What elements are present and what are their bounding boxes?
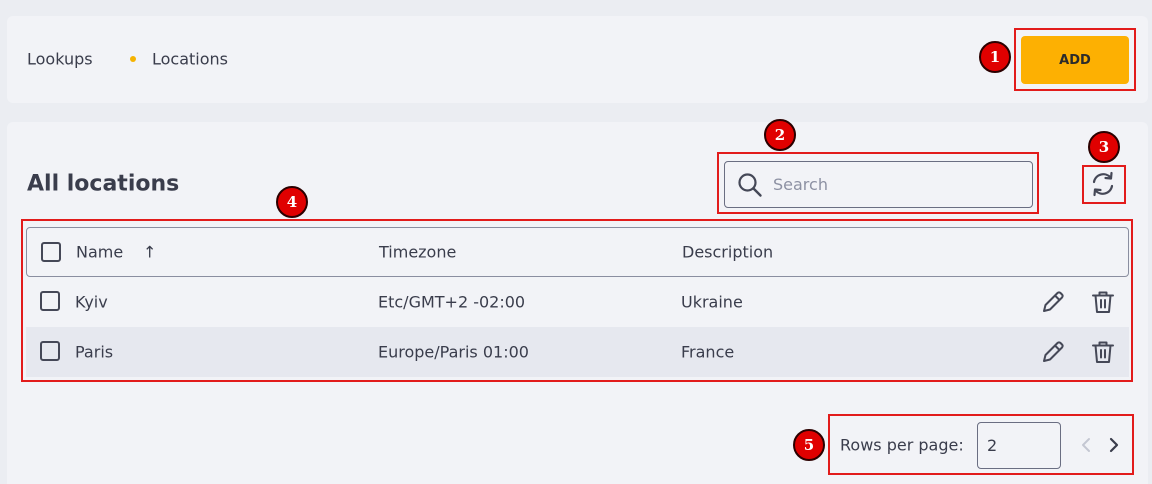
- cell-timezone: Etc/GMT+2 -02:00: [378, 292, 526, 312]
- edit-icon[interactable]: [1040, 339, 1066, 365]
- cell-description: France: [681, 342, 735, 362]
- annotation-badge: 5: [793, 429, 825, 461]
- breadcrumb-lookups[interactable]: Lookups: [27, 50, 93, 69]
- locations-table: Name ↑ Timezone Description Kyiv Etc/GMT…: [26, 227, 1129, 377]
- chevron-right-icon[interactable]: [1104, 435, 1124, 455]
- cell-timezone: Europe/Paris 01:00: [378, 342, 529, 362]
- search-input[interactable]: [773, 170, 1023, 199]
- rows-per-page-label: Rows per page:: [840, 435, 964, 455]
- refresh-icon[interactable]: [1089, 170, 1117, 198]
- table-header: Name ↑ Timezone Description: [26, 227, 1129, 277]
- add-button[interactable]: ADD: [1021, 36, 1129, 84]
- cell-name: Kyiv: [75, 292, 108, 312]
- cell-name: Paris: [75, 342, 114, 362]
- table-row[interactable]: Paris Europe/Paris 01:00 France: [26, 327, 1129, 377]
- rows-per-page-input[interactable]: [977, 422, 1061, 469]
- annotation-badge: 1: [979, 41, 1011, 73]
- annotation-badge: 2: [764, 119, 796, 151]
- column-header-timezone[interactable]: Timezone: [379, 243, 456, 262]
- column-header-description[interactable]: Description: [682, 243, 773, 262]
- delete-icon[interactable]: [1090, 289, 1116, 315]
- breadcrumb-separator: [130, 56, 136, 62]
- sort-ascending-icon[interactable]: ↑: [143, 243, 156, 262]
- table-row[interactable]: Kyiv Etc/GMT+2 -02:00 Ukraine: [26, 277, 1129, 327]
- annotation-badge: 3: [1088, 131, 1120, 163]
- row-checkbox[interactable]: [40, 291, 60, 311]
- breadcrumb-locations: Locations: [152, 49, 229, 69]
- column-header-name[interactable]: Name: [76, 243, 123, 262]
- edit-icon[interactable]: [1040, 289, 1066, 315]
- delete-icon[interactable]: [1090, 339, 1116, 365]
- chevron-left-icon[interactable]: [1076, 435, 1096, 455]
- search-box[interactable]: [724, 161, 1033, 208]
- annotation-badge: 4: [276, 186, 308, 218]
- select-all-checkbox[interactable]: [41, 242, 61, 262]
- page-title: All locations: [27, 171, 180, 197]
- search-icon: [738, 173, 762, 197]
- row-checkbox[interactable]: [40, 341, 60, 361]
- cell-description: Ukraine: [681, 292, 743, 312]
